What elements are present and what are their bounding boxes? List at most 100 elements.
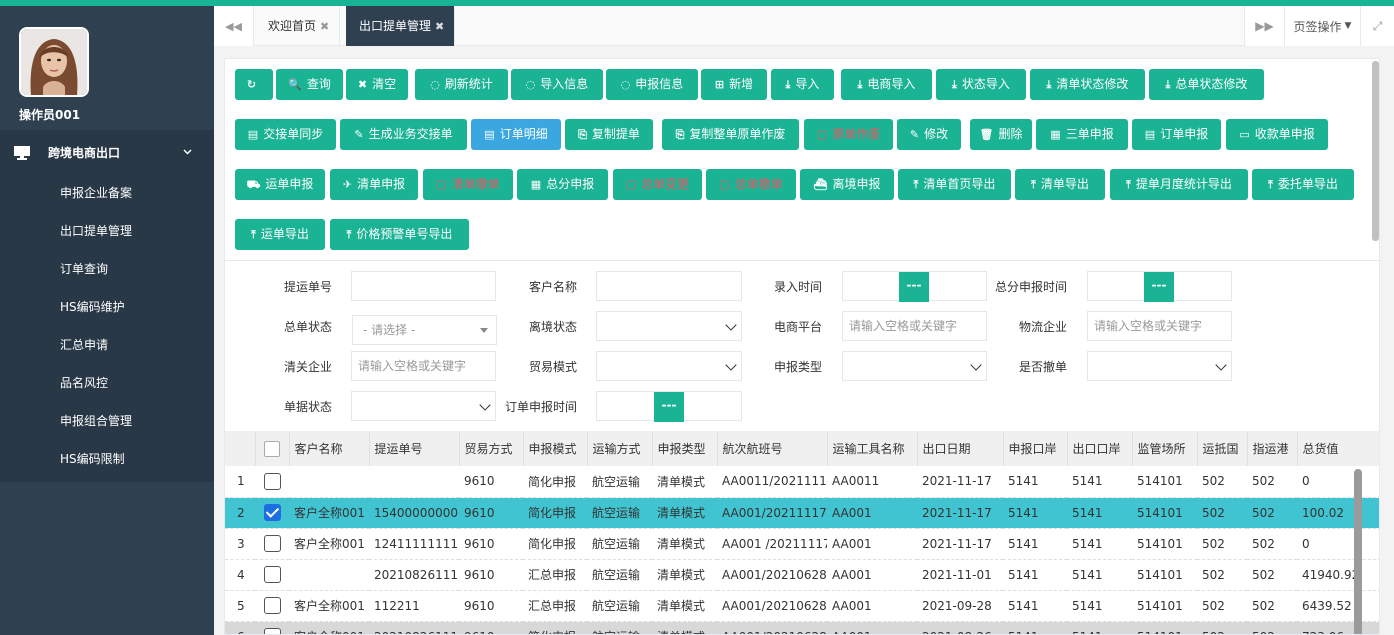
toolbar-button-24[interactable]: ✈ 清单申报 [330,169,418,200]
col-header[interactable]: 贸易方式 [459,431,524,466]
sidebar-item-summary-apply[interactable]: 汇总申请 [0,326,214,364]
sidebar-item-order-query[interactable]: 订单查询 [0,250,214,288]
toolbar-button-4[interactable]: ◌ 导入信息 [511,69,603,100]
col-header[interactable]: 申报类型 [652,431,718,466]
order-decl-time-range[interactable]: --- [596,391,742,422]
toolbar-button-32[interactable]: ⤒ 提单月度统计导出 [1110,169,1248,200]
sidebar-item-decl-company[interactable]: 申报企业备案 [0,174,214,212]
toolbar-button-11[interactable]: ⤓ 总单状态修改 [1149,69,1264,100]
master-decl-time-range[interactable]: --- [1087,271,1232,302]
logistics-input[interactable]: 请输入空格或关键字 [1087,311,1232,341]
col-header[interactable]: 出口口岸 [1067,431,1133,466]
toolbar-button-6[interactable]: ⊞ 新增 [701,69,767,100]
is-cancelled-select[interactable] [1087,351,1232,381]
table-row[interactable]: 4 20210826111 9610 汇总申报 航空运输 清单模式 AA001/202106… [225,559,1379,591]
toolbar-button-35[interactable]: ⤒ 价格预警单号导出 [330,219,469,250]
table-row[interactable]: 3 客户全称001 12411111111 9610 简化申报 航空运输 清单模式 AA001… [225,528,1379,560]
ecom-platform-input[interactable]: 请输入空格或关键字 [842,311,987,341]
row-select-cell[interactable] [255,590,289,622]
toolbar-button-2[interactable]: ✖ 清空 [346,69,408,100]
toolbar-button-8[interactable]: ⤓ 电商导入 [841,69,932,100]
row-checkbox[interactable] [263,597,281,614]
sidebar-item-hs-limit[interactable]: HS编码限制 [0,440,214,478]
select-all-checkbox[interactable] [264,440,280,457]
table-row[interactable]: 5 客户全称001 112211 9610 汇总申报 航空运输 清单模式 AA001/2021… [225,590,1379,622]
toolbar-button-10[interactable]: ⤓ 清单状态修改 [1030,69,1145,100]
toolbar-button-14[interactable]: ▤ 订单明细 [471,119,561,150]
toolbar-button-9[interactable]: ⤓ 状态导入 [936,69,1026,100]
avatar[interactable] [19,27,89,97]
bill-no-input[interactable] [351,271,496,301]
tab-scroll-left-button[interactable]: ◀◀ [214,6,254,46]
toolbar-button-34[interactable]: ⤒ 运单导出 [235,219,325,250]
toolbar-button-22[interactable]: ▭ 收款单申报 [1226,119,1328,150]
tab-home[interactable]: 欢迎首页 ✖ [255,6,341,46]
row-checkbox[interactable] [263,628,281,634]
toolbar-button-5[interactable]: ◌ 申报信息 [606,69,698,100]
toolbar-button-16[interactable]: ⎘ 复制整单原单作废 [662,119,799,150]
close-icon[interactable]: ✖ [320,20,329,33]
sidebar-item-hs-code[interactable]: HS编码维护 [0,288,214,326]
col-header[interactable]: 申报模式 [523,431,588,466]
col-header[interactable]: 出口日期 [917,431,1004,466]
col-header[interactable]: 总货值 [1297,431,1379,466]
toolbar-button-12[interactable]: ▤ 交接单同步 [235,119,336,150]
col-header[interactable]: 航次航班号 [717,431,828,466]
departure-status-select[interactable] [596,311,742,341]
close-icon[interactable]: ✖ [435,20,444,33]
row-select-cell[interactable] [255,497,289,529]
toolbar-button-28[interactable]: ▢ 总单撤单 [706,169,796,200]
col-header[interactable]: 运输工具名称 [827,431,918,466]
tab-scroll-right-button[interactable]: ▶▶ [1244,6,1284,46]
trade-mode-select[interactable] [596,351,742,381]
table-row[interactable]: 6客户全称001202108261119610简化申报航空运输清单模式AA001… [225,621,1379,634]
toolbar-button-3[interactable]: ◌ 刷新统计 [415,69,508,100]
col-header[interactable]: 运输方式 [587,431,653,466]
toolbar-button-0[interactable]: ↻ [235,69,273,100]
doc-status-select[interactable] [351,391,496,421]
toolbar-button-27[interactable]: ▢ 总单变更 [613,169,702,200]
toolbar-button-23[interactable]: ⛟ 运单申报 [235,169,325,200]
master-status-select[interactable]: - 请选择 - [352,315,497,345]
panel-scrollbar[interactable] [1372,61,1379,241]
menu-group-cross-border-export[interactable]: 跨境电商出口 [0,130,214,174]
sidebar-item-product-risk[interactable]: 品名风控 [0,364,214,402]
toolbar-button-30[interactable]: ⤒ 清单首页导出 [898,169,1011,200]
toolbar-button-26[interactable]: ▦ 总分申报 [517,169,608,200]
table-row[interactable]: 1 9610 简化申报 航空运输 清单模式 AA0011/20211117 AA0011 20… [225,466,1379,498]
customs-broker-input[interactable]: 请输入空格或关键字 [351,351,496,381]
toolbar-button-13[interactable]: ✎ 生成业务交接单 [340,119,467,150]
toolbar-button-20[interactable]: ▦ 三单申报 [1036,119,1128,150]
col-header[interactable]: 提运单号 [369,431,460,466]
col-header[interactable]: 运抵国 [1197,431,1248,466]
toolbar-button-29[interactable]: ⛴ 离境申报 [800,169,894,200]
toolbar-button-31[interactable]: ⤒ 清单导出 [1015,169,1105,200]
toolbar-button-21[interactable]: ▤ 订单申报 [1132,119,1221,150]
row-select-cell[interactable] [255,621,289,634]
row-checkbox[interactable] [263,535,281,552]
row-checkbox[interactable] [263,566,281,583]
toolbar-button-15[interactable]: ⎘ 复制提单 [565,119,653,150]
toolbar-button-17[interactable]: ▢ 原单作废 [804,119,893,150]
row-select-cell[interactable] [255,528,289,560]
toolbar-button-19[interactable]: 🗑 删除 [970,119,1032,150]
sidebar-item-decl-combo[interactable]: 申报组合管理 [0,402,214,440]
col-header[interactable]: 指运港 [1247,431,1298,466]
table-scrollbar[interactable] [1354,469,1362,634]
toolbar-button-33[interactable]: ⤒ 委托单导出 [1252,169,1354,200]
row-select-cell[interactable] [255,466,289,498]
toolbar-button-18[interactable]: ✎ 修改 [897,119,961,150]
table-row[interactable]: 2 客户全称001 15400000000 9610 简化申报 航空运输 清单模式 AA001… [225,497,1379,529]
row-select-cell[interactable] [255,559,289,591]
toolbar-button-1[interactable]: 🔍 查询 [276,69,343,100]
col-header[interactable]: 监管场所 [1132,431,1198,466]
entry-time-range[interactable]: --- [842,271,987,302]
tab-export-bill[interactable]: 出口提单管理 ✖ [346,6,456,46]
col-select-all[interactable] [255,431,290,466]
customer-name-input[interactable] [596,271,742,301]
col-header[interactable]: 申报口岸 [1003,431,1068,466]
fullscreen-button[interactable]: ⤢ [1360,6,1394,46]
sidebar-item-export-bill[interactable]: 出口提单管理 [0,212,214,250]
row-checkbox[interactable] [263,472,281,490]
col-header[interactable]: 客户名称 [289,431,370,466]
